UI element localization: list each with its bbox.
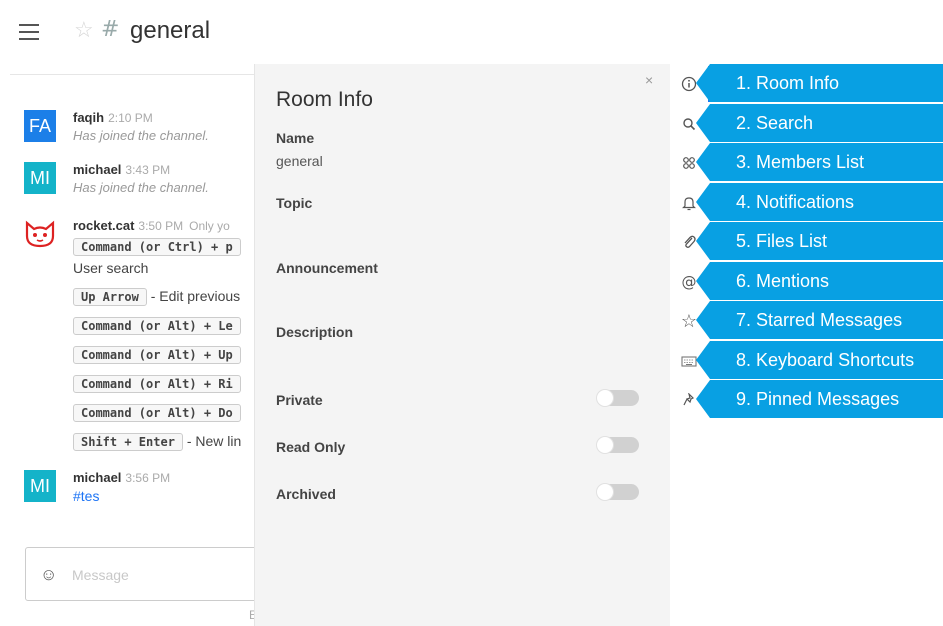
private-toggle[interactable]	[596, 389, 639, 407]
shortcut-row: Command (or Ctrl) + p	[73, 238, 241, 256]
announcement-label: Announcement	[276, 260, 378, 276]
emoji-icon[interactable]: ☺	[40, 565, 57, 585]
message-list: FA faqih 2:10 PM Has joined the channel. …	[0, 64, 254, 626]
tour-label-pinned: 9. Pinned Messages	[696, 380, 943, 418]
kbd-key: Command (or Alt) + Do	[73, 404, 241, 422]
kbd-key: Shift + Enter	[73, 433, 183, 451]
avatar[interactable]: MI	[24, 470, 56, 502]
message-input[interactable]: Message	[72, 567, 129, 583]
shortcut-row: Command (or Alt) + Up	[73, 346, 241, 364]
message-username[interactable]: michael	[73, 470, 121, 485]
message-username[interactable]: rocket.cat	[73, 218, 134, 233]
tour-label-files: 5. Files List	[696, 222, 943, 260]
favorite-star-icon[interactable]: ☆	[74, 17, 94, 43]
shortcut-text: - New lin	[186, 433, 242, 449]
archived-toggle[interactable]	[596, 483, 639, 501]
channel-hash-icon: #	[101, 17, 120, 42]
kbd-key: Command (or Alt) + Le	[73, 317, 241, 335]
tour-label-notifications: 4. Notifications	[696, 183, 943, 221]
tour-label-mentions: 6. Mentions	[696, 262, 943, 300]
description-label: Description	[276, 324, 354, 340]
message-body: Has joined the channel.	[73, 180, 209, 195]
tour-label-starred: 7. Starred Messages	[696, 301, 943, 339]
message-note: Only yo	[189, 219, 230, 233]
name-value: general	[276, 153, 323, 169]
kbd-key: Command (or Alt) + Ri	[73, 375, 241, 393]
private-label: Private	[276, 392, 323, 408]
shortcut-row: Shift + Enter - New lin	[73, 433, 241, 451]
message-time: 2:10 PM	[108, 111, 153, 125]
message-time: 3:43 PM	[125, 163, 171, 177]
room-title: general	[130, 17, 211, 44]
close-icon[interactable]: ×	[645, 72, 653, 88]
shortcut-row: Command (or Alt) + Le	[73, 317, 241, 335]
message-time: 3:56 PM	[125, 471, 171, 485]
message-time: 3:50 PM	[138, 219, 184, 233]
tour-label-search: 2. Search	[696, 104, 943, 142]
room-header: ☆ # general	[0, 0, 943, 64]
kbd-key: Command (or Ctrl) + p	[73, 238, 241, 256]
topic-label: Topic	[276, 195, 313, 211]
avatar[interactable]: FA	[24, 110, 56, 142]
panel-title: Room Info	[276, 88, 373, 111]
tour-label-keyboard-shortcuts: 8. Keyboard Shortcuts	[696, 341, 943, 379]
room-info-panel: × Room Info Name general Topic Announcem…	[254, 64, 670, 626]
kbd-key: Up Arrow	[73, 288, 147, 306]
shortcut-row: Command (or Alt) + Ri	[73, 375, 241, 393]
shortcut-text: - Edit previous	[150, 288, 241, 304]
message-composer[interactable]: ☺ Message	[25, 547, 254, 601]
channel-link[interactable]: #tes	[73, 488, 99, 504]
rocket-cat-avatar[interactable]	[24, 220, 56, 248]
archived-label: Archived	[276, 486, 336, 502]
read-only-toggle[interactable]	[596, 436, 639, 454]
divider	[10, 74, 254, 75]
kbd-key: Command (or Alt) + Up	[73, 346, 241, 364]
message-username[interactable]: faqih	[73, 110, 104, 125]
shortcut-text: User search	[73, 260, 149, 276]
name-label: Name	[276, 130, 315, 146]
tour-label-members: 3. Members List	[696, 143, 943, 181]
avatar[interactable]: MI	[24, 162, 56, 194]
message-body: Has joined the channel.	[73, 128, 209, 143]
message-username[interactable]: michael	[73, 162, 121, 177]
menu-icon[interactable]	[19, 24, 39, 40]
shortcut-row: Up Arrow - Edit previous	[73, 288, 240, 306]
shortcut-row: Command (or Alt) + Do	[73, 404, 241, 422]
read-only-label: Read Only	[276, 439, 346, 455]
tour-label-room-info: 1. Room Info	[696, 64, 943, 102]
